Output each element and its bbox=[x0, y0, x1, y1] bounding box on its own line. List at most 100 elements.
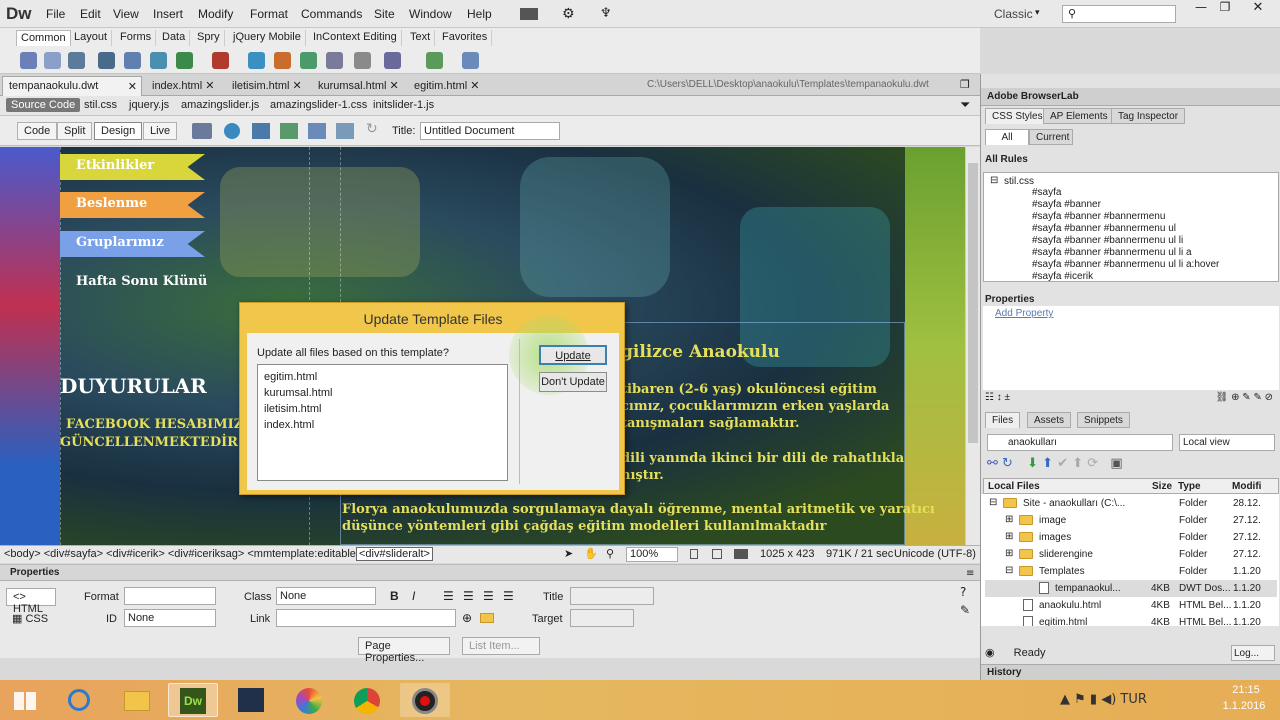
col-type[interactable]: Type bbox=[1178, 481, 1201, 492]
gear-icon[interactable]: ⚙ bbox=[562, 6, 575, 22]
related-file-initslider[interactable]: initslider-1.js bbox=[373, 99, 434, 111]
menu-view[interactable]: View bbox=[113, 7, 139, 21]
tag-chooser-icon[interactable] bbox=[462, 52, 479, 69]
tab-assets[interactable]: Assets bbox=[1027, 412, 1072, 428]
rule-item[interactable]: #sayfa #icerik bbox=[1032, 271, 1093, 283]
comment-icon[interactable] bbox=[326, 52, 343, 69]
browserlab-header[interactable]: Adobe BrowserLab bbox=[981, 88, 1280, 106]
live-view-button[interactable]: Live bbox=[143, 122, 178, 140]
bold-button[interactable]: B bbox=[390, 589, 399, 603]
clock-date[interactable]: 1.1.2016 bbox=[1218, 700, 1270, 712]
related-file-amazingslider[interactable]: amazingslider.js bbox=[181, 99, 259, 111]
tab-jquery-mobile[interactable]: jQuery Mobile bbox=[229, 30, 306, 46]
dont-update-button[interactable]: Don't Update bbox=[539, 372, 607, 392]
window-size-icon[interactable] bbox=[712, 549, 722, 559]
site-icon[interactable]: ♆ bbox=[600, 6, 612, 21]
list-item-button[interactable]: List Item... bbox=[462, 637, 540, 655]
stylesheet-node[interactable]: stil.css bbox=[1004, 176, 1034, 187]
rule-item[interactable]: #sayfa #banner bbox=[1032, 199, 1101, 211]
rule-item[interactable]: #sayfa #banner #bannermenu ul li bbox=[1032, 235, 1183, 247]
title-prop-input[interactable] bbox=[570, 587, 654, 605]
tab-data[interactable]: Data bbox=[158, 30, 191, 46]
tab-common[interactable]: Common bbox=[16, 30, 71, 46]
target-select[interactable] bbox=[570, 609, 634, 627]
file-list[interactable]: egitim.html kurumsal.html iletisim.html … bbox=[257, 364, 508, 481]
search-input[interactable]: ⚲ bbox=[1062, 5, 1176, 23]
related-file-jquery[interactable]: jquery.js bbox=[129, 99, 169, 111]
layout-icon[interactable] bbox=[520, 8, 538, 20]
log-button[interactable]: Log... bbox=[1231, 645, 1275, 661]
doc-tab-index[interactable]: index.html ✕ bbox=[146, 76, 220, 96]
tab-forms[interactable]: Forms bbox=[116, 30, 157, 46]
ie-button[interactable] bbox=[54, 683, 104, 717]
page-properties-button[interactable]: Page Properties... bbox=[358, 637, 450, 664]
col-size[interactable]: Size bbox=[1152, 481, 1172, 492]
indent-icon[interactable]: ☰ bbox=[503, 589, 514, 603]
menu-help[interactable]: Help bbox=[467, 7, 492, 21]
menu-site[interactable]: Site bbox=[374, 7, 395, 21]
point-to-file-icon[interactable]: ⊕ bbox=[462, 611, 472, 625]
menu-item-gruplarimiz[interactable]: Gruplarımız bbox=[60, 231, 205, 257]
browser-preview-icon[interactable] bbox=[224, 123, 240, 139]
anchor-icon[interactable] bbox=[68, 52, 85, 69]
close-icon[interactable]: ✕ bbox=[470, 80, 479, 92]
file-management-icon[interactable] bbox=[252, 123, 270, 139]
doc-tab-tempanaokulu[interactable]: tempanaokulu.dwt ✕ bbox=[2, 76, 142, 96]
list-item[interactable]: egitim.html bbox=[264, 369, 501, 385]
rule-item[interactable]: #sayfa bbox=[1032, 187, 1061, 199]
add-property-link[interactable]: Add Property bbox=[995, 308, 1053, 319]
get-files-icon[interactable]: ⬇ bbox=[1027, 456, 1038, 471]
tab-incontext-editing[interactable]: InContext Editing bbox=[309, 30, 402, 46]
explorer-button[interactable] bbox=[112, 683, 162, 717]
tray-icons[interactable]: ▲ ⚑ ▮ ◀) TUR bbox=[1060, 692, 1147, 707]
recorder-button[interactable] bbox=[400, 683, 450, 717]
col-modified[interactable]: Modifi bbox=[1232, 481, 1261, 492]
close-icon[interactable]: ✕ bbox=[293, 80, 302, 92]
menu-icon[interactable]: ≡ bbox=[966, 568, 974, 579]
all-mode-button[interactable]: All bbox=[985, 129, 1029, 145]
id-select[interactable]: None bbox=[124, 609, 216, 627]
scrollbar-thumb[interactable] bbox=[968, 163, 978, 443]
maximize-button[interactable]: ❐ bbox=[1214, 0, 1236, 16]
rule-item[interactable]: #sayfa #banner #bannermenu ul bbox=[1032, 223, 1176, 235]
refresh-icon[interactable]: ↻ bbox=[366, 121, 378, 137]
expand-icon[interactable]: ▣ bbox=[1110, 456, 1122, 471]
doc-tab-egitim[interactable]: egitim.html ✕ bbox=[408, 76, 485, 96]
file-row[interactable]: ⊟ Site - anaokulları (C:\... Folder 28.12. bbox=[985, 495, 1277, 512]
menu-insert[interactable]: Insert bbox=[153, 7, 183, 21]
expand-toggle-icon[interactable]: ⊟ bbox=[1005, 565, 1013, 576]
file-row[interactable]: ⊟ Templates Folder 1.1.20 bbox=[985, 563, 1277, 580]
design-scrollbar[interactable] bbox=[965, 147, 980, 545]
file-row[interactable]: ⊞ sliderengine Folder 27.12. bbox=[985, 546, 1277, 563]
close-button[interactable]: ✕ bbox=[1238, 0, 1278, 16]
doc-tab-iletisim[interactable]: iletisim.html ✕ bbox=[226, 76, 308, 96]
css-mode-button[interactable]: ▦ CSS bbox=[6, 610, 56, 628]
tab-files[interactable]: Files bbox=[985, 412, 1021, 428]
rule-item[interactable]: #sayfa #banner #bannermenu ul li a bbox=[1032, 247, 1192, 259]
related-file-stil-css[interactable]: stil.css bbox=[84, 99, 117, 111]
menu-edit[interactable]: Edit bbox=[80, 7, 101, 21]
dreamweaver-button[interactable]: Dw bbox=[168, 683, 218, 717]
script-icon[interactable] bbox=[384, 52, 401, 69]
tab-text[interactable]: Text bbox=[406, 30, 436, 46]
rule-item[interactable]: #sayfa #banner #bannermenu bbox=[1032, 211, 1165, 223]
current-mode-button[interactable]: Current bbox=[1029, 129, 1073, 145]
menu-item-hafta-sonu[interactable]: Hafta Sonu Klünü bbox=[76, 274, 207, 289]
close-icon[interactable]: ✕ bbox=[128, 80, 137, 93]
w3c-validation-icon[interactable] bbox=[280, 123, 298, 139]
expand-toggle-icon[interactable]: ⊞ bbox=[1005, 531, 1013, 542]
link-input[interactable] bbox=[276, 609, 456, 627]
format-select[interactable] bbox=[124, 587, 216, 605]
check-out-icon[interactable]: ✔ bbox=[1057, 456, 1068, 471]
rule-item[interactable]: #sayfa #banner #bannermenu ul li a:hover bbox=[1032, 259, 1219, 271]
category-view-icon[interactable]: ☷ bbox=[985, 392, 994, 403]
tab-layout[interactable]: Layout bbox=[70, 30, 113, 46]
menu-file[interactable]: File bbox=[46, 7, 65, 21]
history-header[interactable]: History bbox=[981, 664, 1280, 680]
tab-favorites[interactable]: Favorites bbox=[438, 30, 493, 46]
hyperlink-icon[interactable] bbox=[20, 52, 37, 69]
table-icon[interactable] bbox=[124, 52, 141, 69]
css-actions-icons[interactable]: ⛓ ⊕ ✎ ✎ ⊘ bbox=[1216, 392, 1273, 403]
code-view-button[interactable]: Code bbox=[17, 122, 58, 140]
expand-toggle-icon[interactable]: ⊟ bbox=[989, 497, 997, 508]
